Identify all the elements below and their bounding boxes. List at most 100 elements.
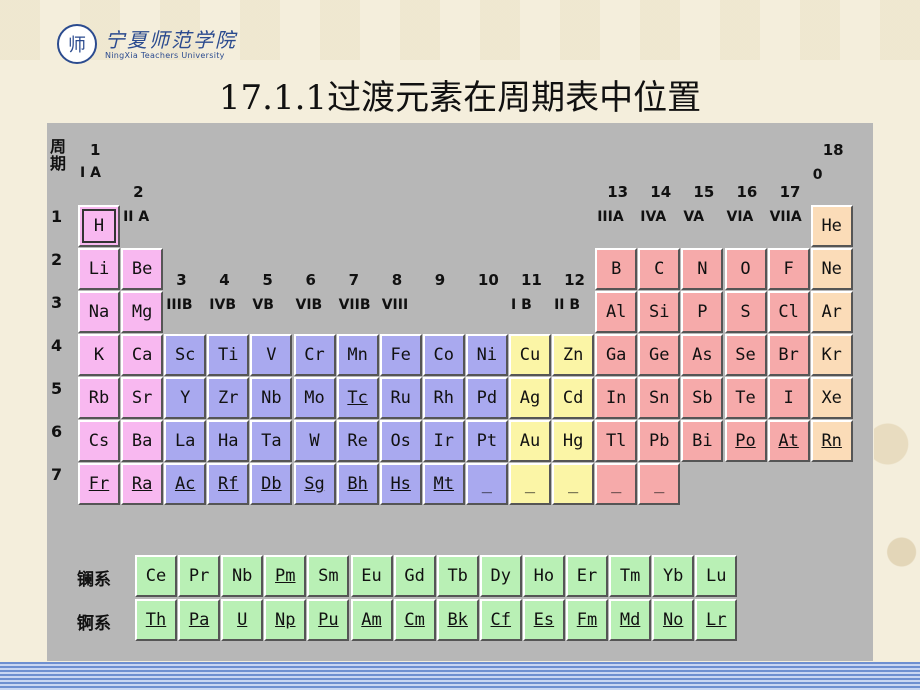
element-symbol: Tc	[347, 388, 368, 408]
element-cell: Bh	[336, 463, 379, 505]
element-cell: Db	[250, 463, 293, 505]
element-cell: W	[293, 420, 336, 462]
element-symbol: Bh	[347, 474, 368, 494]
element-symbol: Li	[88, 259, 110, 279]
element-cell: Ac	[164, 463, 207, 505]
element-cell: Ha	[207, 420, 250, 462]
f-element-cell: Er	[566, 555, 608, 597]
group-number: 8	[391, 271, 403, 289]
element-symbol: Cr	[304, 345, 325, 365]
element-cell: La	[164, 420, 207, 462]
element-symbol: Tm	[619, 566, 641, 586]
element-cell: Fr	[78, 463, 120, 505]
group-roman: IIIB	[166, 297, 193, 313]
element-symbol: Be	[131, 259, 153, 279]
element-symbol: I	[783, 388, 794, 408]
f-element-cell: Pu	[307, 599, 350, 641]
element-cell: Nb	[250, 377, 293, 419]
element-cell: Cd	[552, 377, 595, 419]
element-symbol: Th	[145, 610, 167, 630]
element-symbol: W	[309, 431, 320, 451]
element-symbol: Cu	[519, 345, 541, 365]
element-cell: Ar	[810, 291, 853, 333]
f-element-cell: No	[652, 599, 695, 641]
element-symbol: _	[524, 474, 536, 494]
element-cell: Br	[767, 334, 810, 376]
element-cell: Te	[724, 377, 767, 419]
element-cell: Na	[78, 291, 120, 333]
element-cell: P	[681, 291, 724, 333]
element-cell: Au	[509, 420, 551, 462]
element-symbol: Pm	[275, 566, 296, 586]
element-cell: As	[681, 334, 724, 376]
element-symbol: Tl	[605, 431, 627, 451]
f-element-cell: Pm	[264, 555, 307, 597]
logo-chinese-name: 宁夏师范学院	[105, 27, 237, 52]
element-symbol: Yb	[662, 566, 684, 586]
element-symbol: He	[821, 216, 842, 236]
period-header: 周期	[50, 137, 67, 173]
university-logo: 师 宁夏师范学院 NingXia Teachers University	[57, 24, 237, 64]
f-element-cell: Np	[264, 599, 307, 641]
element-cell: Cr	[293, 334, 336, 376]
element-symbol: V	[266, 345, 277, 365]
f-element-cell: Lu	[695, 555, 738, 597]
element-symbol: Mg	[131, 302, 153, 322]
element-symbol: Nb	[231, 566, 253, 586]
element-symbol: Ag	[519, 388, 541, 408]
group-roman: VIA	[726, 209, 754, 225]
element-cell: Be	[121, 248, 164, 290]
element-symbol: Nb	[261, 388, 282, 408]
element-symbol: Cs	[88, 431, 110, 451]
element-cell: Sc	[164, 334, 207, 376]
element-cell: V	[250, 334, 293, 376]
element-cell: Ir	[422, 420, 465, 462]
element-symbol: Am	[361, 610, 382, 630]
element-cell: H	[78, 205, 120, 247]
element-symbol: Sr	[131, 388, 153, 408]
element-symbol: Br	[778, 345, 799, 365]
element-symbol: Tb	[447, 566, 468, 586]
f-element-cell: Bk	[436, 599, 479, 641]
element-symbol: Gd	[404, 566, 425, 586]
group-roman: I B	[511, 297, 532, 313]
f-element-cell: Fm	[566, 599, 608, 641]
group-number: 15	[693, 183, 715, 201]
group-number: 7	[348, 271, 360, 289]
element-cell: Ru	[379, 377, 422, 419]
group-number: 1	[90, 141, 101, 159]
element-symbol: Te	[735, 388, 756, 408]
f-element-cell: Cf	[479, 599, 522, 641]
element-symbol: Rh	[433, 388, 455, 408]
element-symbol: Pd	[476, 388, 498, 408]
element-symbol: Cd	[562, 388, 584, 408]
element-symbol: Al	[605, 302, 627, 322]
element-symbol: Pa	[188, 610, 210, 630]
element-symbol: Rf	[218, 474, 239, 494]
element-cell: Sn	[638, 377, 681, 419]
element-cell: Mt	[422, 463, 465, 505]
period-label: 2	[51, 250, 63, 269]
element-symbol: Es	[533, 610, 555, 630]
element-symbol: Ba	[131, 431, 153, 451]
element-symbol: In	[605, 388, 627, 408]
element-cell: N	[681, 248, 724, 290]
element-symbol: Sm	[318, 566, 339, 586]
element-symbol: Ac	[174, 474, 196, 494]
element-symbol: _	[654, 474, 665, 494]
element-cell: C	[638, 248, 681, 290]
element-symbol: Mo	[304, 388, 325, 408]
element-symbol: Sn	[649, 388, 670, 408]
group-roman: I A	[80, 165, 101, 181]
element-symbol: Lr	[706, 610, 727, 630]
element-cell: Os	[379, 420, 422, 462]
element-cell: Ra	[121, 463, 164, 505]
element-cell: At	[767, 420, 810, 462]
element-cell: Se	[724, 334, 767, 376]
f-element-cell: Sm	[307, 555, 350, 597]
element-symbol: Mn	[347, 345, 368, 365]
element-symbol: Rb	[88, 388, 110, 408]
element-cell: F	[767, 248, 810, 290]
element-symbol: Fm	[576, 610, 598, 630]
element-symbol: B	[611, 259, 622, 279]
